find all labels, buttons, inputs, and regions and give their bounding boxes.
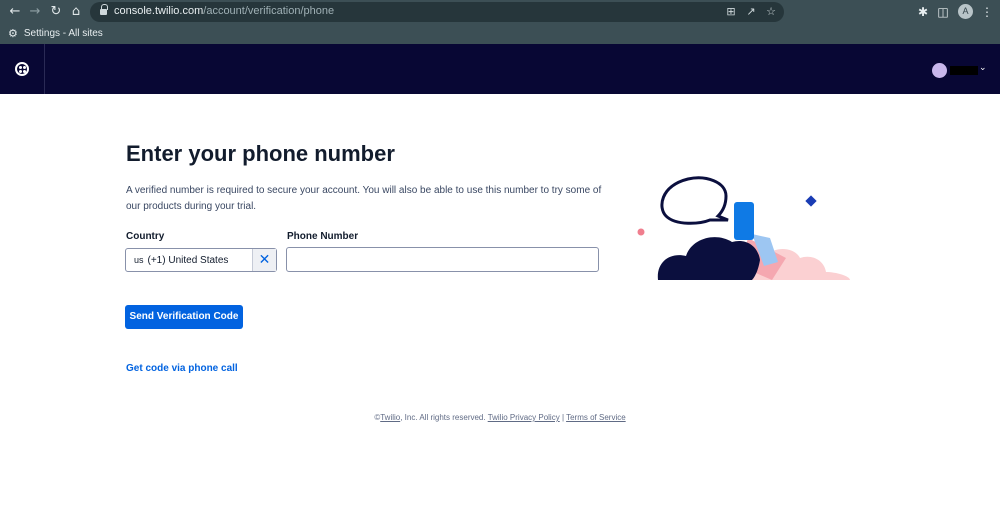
share-icon[interactable]: ↗ [743,4,759,20]
page-title: Enter your phone number [126,141,395,166]
address-url: console.twilio.com/account/verification/… [114,5,334,17]
phone-number-input[interactable] [286,247,599,272]
rights-text: , Inc. All rights reserved. [400,413,486,422]
gear-icon: ⚙ [8,26,18,40]
phone-label: Phone Number [287,231,359,242]
account-name-redacted[interactable] [950,66,978,75]
install-app-icon[interactable]: ⊞ [723,4,739,20]
twilio-logo-icon[interactable] [15,62,29,76]
country-select[interactable]: us (+1) United States ✕ [125,248,277,272]
phone-illustration [636,176,852,282]
footer-separator: | [561,413,565,422]
browser-menu-icon[interactable]: ⋮ [978,3,996,21]
send-verification-code-button[interactable]: Send Verification Code [125,305,243,329]
account-avatar[interactable] [932,63,947,78]
home-icon[interactable]: ⌂ [67,3,85,21]
browser-chrome: ← → ↻ ⌂ console.twilio.com/account/verif… [0,0,1000,44]
get-code-via-call-link[interactable]: Get code via phone call [126,363,238,374]
page-description: A verified number is required to secure … [126,185,602,212]
extensions-icon[interactable]: ✱ [914,3,932,21]
lock-icon [100,4,108,16]
clear-country-button[interactable]: ✕ [252,249,276,271]
address-bar[interactable]: console.twilio.com/account/verification/… [90,2,784,22]
bookmark-label: Settings - All sites [23,27,103,39]
close-icon: ✕ [258,252,271,268]
twilio-link[interactable]: Twilio [380,413,400,422]
privacy-policy-link[interactable]: Twilio Privacy Policy [488,413,560,422]
phone-shape [734,202,754,240]
header-divider [44,44,45,94]
forward-icon[interactable]: → [26,3,44,21]
decor-diamond [805,195,817,207]
country-selected-value: us (+1) United States [134,255,228,266]
reload-icon[interactable]: ↻ [47,3,65,21]
decor-dot [637,228,645,236]
url-path: /account/verification/phone [203,5,335,17]
illustration-svg [637,176,850,280]
navy-cloud [657,237,760,280]
main-content: Enter your phone number A verified numbe… [0,94,1000,511]
app-header: ⌄ [0,44,1000,94]
browser-toolbar: ← → ↻ ⌂ console.twilio.com/account/verif… [0,0,1000,24]
chevron-down-icon[interactable]: ⌄ [979,63,987,73]
side-panel-icon[interactable]: ◫ [934,3,952,21]
back-icon[interactable]: ← [6,3,24,21]
url-host: console.twilio.com [114,5,204,17]
speech-bubble [660,176,729,225]
page-footer: ©Twilio, Inc. All rights reserved. Twili… [0,413,1000,422]
country-code: us [134,255,144,265]
bookmark-settings[interactable]: ⚙ Settings - All sites [8,26,103,40]
country-name: (+1) United States [147,255,229,266]
country-label: Country [126,231,165,242]
browser-profile-avatar[interactable]: A [958,4,973,19]
bookmark-star-icon[interactable]: ☆ [763,4,779,20]
terms-of-service-link[interactable]: Terms of Service [566,413,626,422]
